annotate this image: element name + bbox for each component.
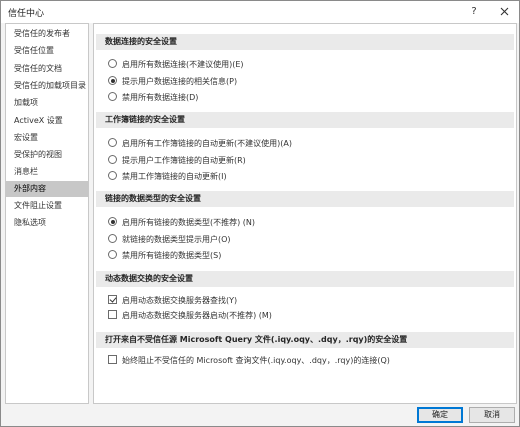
- checkbox-dde-lookup[interactable]: 启用动态数据交换服务器查找(Y): [108, 294, 237, 308]
- help-button[interactable]: ?: [467, 4, 481, 20]
- radio-button[interactable]: [108, 250, 117, 259]
- option-label: 启用所有工作簿链接的自动更新(不建议使用)(A): [122, 139, 292, 148]
- option-label: 禁用所有数据连接(D): [122, 93, 199, 102]
- section-header: 动态数据交换的安全设置: [96, 271, 514, 287]
- option-label: 始终阻止不受信任的 Microsoft 查询文件(.iqy.oqy、.dqy，.…: [122, 356, 390, 365]
- checkbox[interactable]: [108, 295, 117, 304]
- section-header: 数据连接的安全设置: [96, 34, 514, 50]
- sidebar-item-message-bar[interactable]: 消息栏: [6, 164, 88, 180]
- sidebar-item-trusted-locations[interactable]: 受信任位置: [6, 43, 88, 59]
- radio-enable-workbook-links[interactable]: 启用所有工作簿链接的自动更新(不建议使用)(A): [108, 137, 292, 151]
- sidebar-item-trusted-publishers[interactable]: 受信任的发布者: [6, 26, 88, 42]
- sidebar-item-trusted-addin-catalogs[interactable]: 受信任的加载项目录: [6, 78, 88, 94]
- sidebar-item-file-block[interactable]: 文件阻止设置: [6, 198, 88, 214]
- option-label: 启用动态数据交换服务器查找(Y): [122, 296, 238, 305]
- sidebar-item-trusted-documents[interactable]: 受信任的文档: [6, 61, 88, 77]
- close-icon: [500, 7, 508, 16]
- section-header: 工作簿链接的安全设置: [96, 112, 514, 128]
- option-label: 就链接的数据类型提示用户(O): [122, 235, 231, 244]
- radio-button[interactable]: [108, 234, 117, 243]
- option-label: 启用所有数据连接(不建议使用)(E): [122, 60, 244, 69]
- sidebar: 受信任的发布者 受信任位置 受信任的文档 受信任的加载项目录 加载项 Activ…: [5, 23, 89, 404]
- option-label: 禁用工作簿链接的自动更新(I): [122, 172, 227, 181]
- checkbox-block-untrusted-query-files[interactable]: 始终阻止不受信任的 Microsoft 查询文件(.iqy.oqy、.dqy，.…: [108, 354, 390, 368]
- sidebar-item-external-content[interactable]: 外部内容: [6, 181, 88, 197]
- radio-button[interactable]: [108, 217, 117, 226]
- ok-button[interactable]: 确定: [417, 407, 463, 423]
- radio-disable-data-connections[interactable]: 禁用所有数据连接(D): [108, 91, 198, 105]
- sidebar-item-privacy[interactable]: 隐私选项: [6, 215, 88, 231]
- checkbox-dde-launch[interactable]: 启用动态数据交换服务器启动(不推荐) (M): [108, 309, 272, 323]
- radio-button[interactable]: [108, 76, 117, 85]
- sidebar-item-protected-view[interactable]: 受保护的视图: [6, 147, 88, 163]
- sidebar-item-activex[interactable]: ActiveX 设置: [6, 113, 88, 129]
- trust-center-dialog: 信任中心 ? 受信任的发布者 受信任位置 受信任的文档 受信任的加载项目录 加载…: [0, 0, 520, 427]
- checkbox[interactable]: [108, 310, 117, 319]
- radio-enable-all-data-connections[interactable]: 启用所有数据连接(不建议使用)(E): [108, 58, 244, 72]
- settings-panel: 数据连接的安全设置 启用所有数据连接(不建议使用)(E) 提示用户数据连接的相关…: [93, 23, 517, 404]
- sidebar-item-addins[interactable]: 加载项: [6, 95, 88, 111]
- cancel-button[interactable]: 取消: [469, 407, 515, 423]
- option-label: 提示用户数据连接的相关信息(P): [122, 77, 238, 86]
- option-label: 禁用所有链接的数据类型(S): [122, 251, 222, 260]
- radio-button[interactable]: [108, 171, 117, 180]
- radio-prompt-linked-data-types[interactable]: 就链接的数据类型提示用户(O): [108, 233, 231, 247]
- dialog-footer: 确定 取消: [1, 404, 519, 427]
- dialog-title: 信任中心: [8, 9, 45, 19]
- sidebar-item-macro-settings[interactable]: 宏设置: [6, 130, 88, 146]
- radio-disable-workbook-links[interactable]: 禁用工作簿链接的自动更新(I): [108, 170, 227, 184]
- title-bar: 信任中心 ?: [1, 1, 519, 23]
- radio-button[interactable]: [108, 138, 117, 147]
- checkbox[interactable]: [108, 355, 117, 364]
- section-header: 链接的数据类型的安全设置: [96, 191, 514, 207]
- radio-prompt-workbook-links[interactable]: 提示用户工作簿链接的自动更新(R): [108, 154, 246, 168]
- close-button[interactable]: [497, 4, 511, 20]
- radio-enable-linked-data-types[interactable]: 启用所有链接的数据类型(不推荐) (N): [108, 216, 255, 230]
- radio-button[interactable]: [108, 155, 117, 164]
- radio-prompt-data-connections[interactable]: 提示用户数据连接的相关信息(P): [108, 75, 237, 89]
- option-label: 启用所有链接的数据类型(不推荐) (N): [122, 218, 256, 227]
- radio-button[interactable]: [108, 59, 117, 68]
- option-label: 提示用户工作簿链接的自动更新(R): [122, 156, 246, 165]
- radio-disable-linked-data-types[interactable]: 禁用所有链接的数据类型(S): [108, 249, 221, 263]
- radio-button[interactable]: [108, 92, 117, 101]
- option-label: 启用动态数据交换服务器启动(不推荐) (M): [122, 311, 272, 320]
- section-header: 打开来自不受信任源 Microsoft Query 文件(.iqy.oqy、.d…: [96, 332, 514, 348]
